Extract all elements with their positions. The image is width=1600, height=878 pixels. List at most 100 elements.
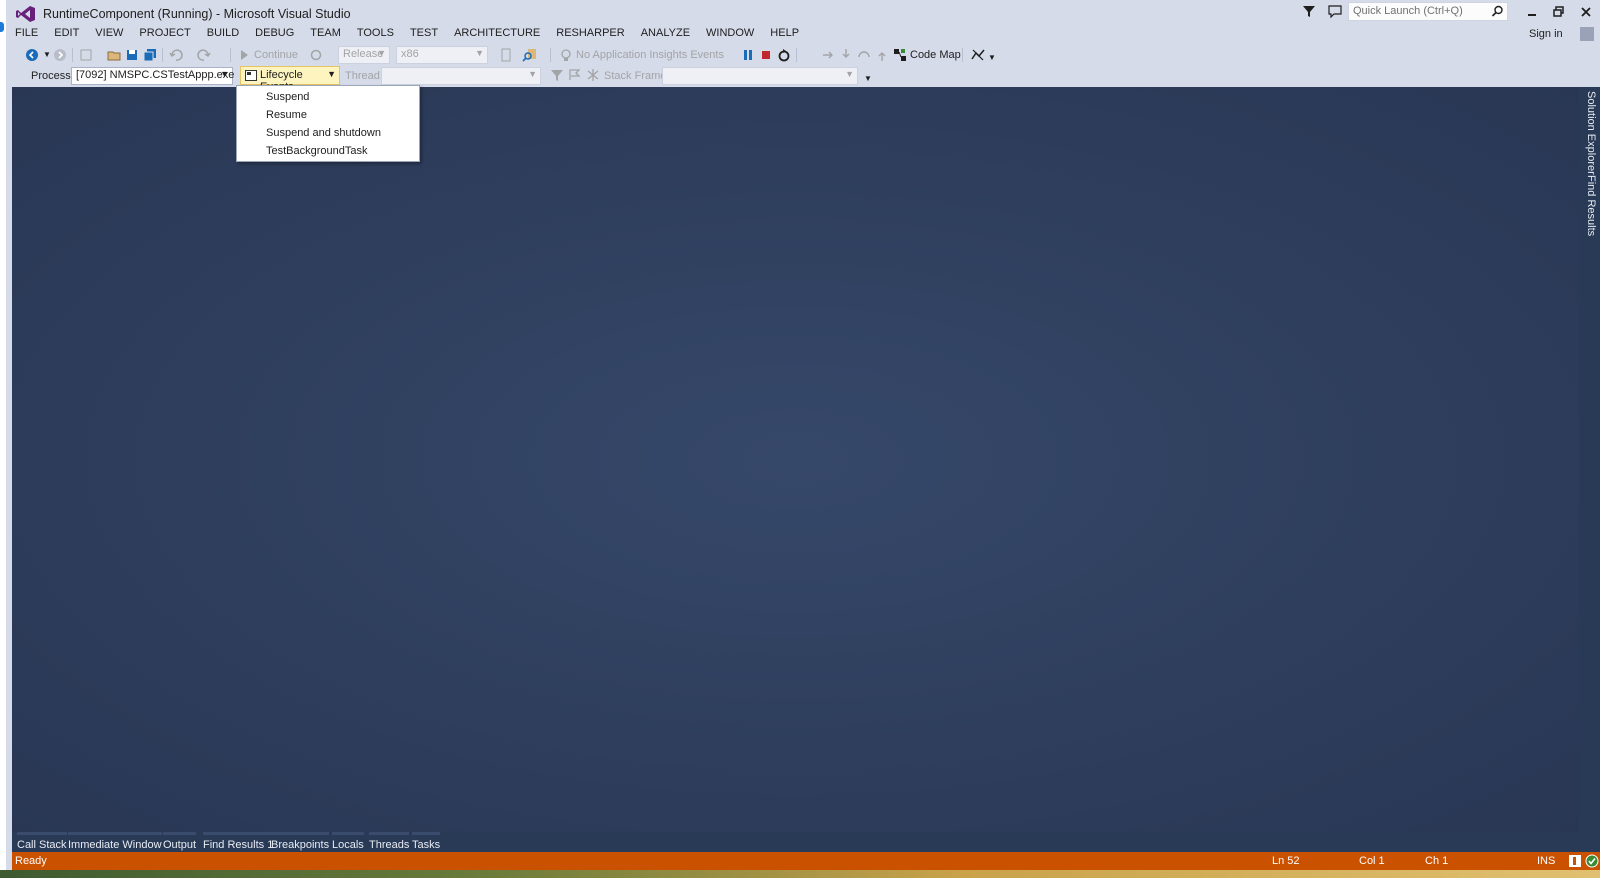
- menu-item-test-background-task[interactable]: TestBackgroundTask: [237, 142, 419, 160]
- tab-tasks[interactable]: Tasks: [412, 832, 441, 852]
- solution-explorer-tab[interactable]: Solution Explorer: [1585, 91, 1597, 175]
- menu-item-suspend[interactable]: Suspend: [237, 88, 419, 106]
- status-ok-icon: [1585, 854, 1599, 868]
- code-map-icon[interactable]: [892, 47, 908, 63]
- back-dropdown-arrow-icon[interactable]: ▼: [43, 47, 51, 63]
- bottom-tool-window-tabs: Call Stack Immediate Window Output Find …: [12, 832, 1600, 852]
- save-all-icon[interactable]: [142, 47, 158, 63]
- application-insights-icon[interactable]: [558, 47, 574, 63]
- window-title: RuntimeComponent (Running) - Microsoft V…: [43, 7, 351, 21]
- device-icon[interactable]: [498, 47, 514, 63]
- process-value: [7092] NMSPC.CSTestAppp.exe: [76, 69, 235, 81]
- diagnostic-tools-icon[interactable]: [970, 47, 986, 63]
- menu-file[interactable]: FILE: [12, 26, 46, 44]
- sign-in-link[interactable]: Sign in: [1529, 28, 1563, 40]
- feedback-icon[interactable]: [1328, 4, 1342, 18]
- menu-test[interactable]: TEST: [402, 26, 446, 44]
- notification-flag-icon[interactable]: [1568, 854, 1582, 868]
- restart-icon[interactable]: [308, 47, 324, 63]
- open-file-icon[interactable]: [106, 47, 122, 63]
- thread-filter-icon[interactable]: [550, 68, 564, 84]
- stack-frame-select[interactable]: ▼: [662, 67, 858, 85]
- menu-architecture[interactable]: ARCHITECTURE: [446, 26, 548, 44]
- chevron-down-icon: ▼: [327, 69, 336, 79]
- menu-team[interactable]: TEAM: [302, 26, 349, 44]
- title-bar: RuntimeComponent (Running) - Microsoft V…: [6, 0, 1600, 26]
- show-next-statement-icon[interactable]: [820, 47, 836, 63]
- solution-configuration-select[interactable]: Release ▼: [338, 46, 390, 64]
- menu-debug[interactable]: DEBUG: [247, 26, 302, 44]
- process-select[interactable]: [7092] NMSPC.CSTestAppp.exe ▼: [71, 67, 235, 85]
- debug-location-toolbar: Process: [7092] NMSPC.CSTestAppp.exe ▼ Li…: [12, 65, 912, 93]
- tab-call-stack[interactable]: Call Stack: [17, 832, 67, 852]
- stop-debugging-icon[interactable]: [758, 47, 774, 63]
- toolbar-overflow-icon[interactable]: ▼: [988, 50, 996, 66]
- save-icon[interactable]: [124, 47, 140, 63]
- menu-item-suspend-and-shutdown[interactable]: Suspend and shutdown: [237, 124, 419, 142]
- menu-view[interactable]: VIEW: [87, 26, 131, 44]
- visual-studio-logo-icon: [16, 5, 36, 23]
- minimize-button[interactable]: [1524, 4, 1540, 20]
- status-line: Ln 52: [1272, 855, 1300, 867]
- undo-icon[interactable]: [168, 47, 184, 63]
- break-all-pause-icon[interactable]: [740, 47, 756, 63]
- tab-immediate-window[interactable]: Immediate Window: [68, 832, 162, 852]
- code-map-button[interactable]: Code Map: [910, 47, 961, 63]
- menu-edit[interactable]: EDIT: [46, 26, 87, 44]
- status-column: Col 1: [1359, 855, 1385, 867]
- platform-value: x86: [401, 48, 419, 60]
- thread-label: Thread:: [345, 70, 383, 82]
- menu-window[interactable]: WINDOW: [698, 26, 762, 44]
- toggle-flagged-threads-icon[interactable]: [568, 68, 582, 84]
- chevron-down-icon: ▼: [377, 48, 386, 58]
- thread-select[interactable]: ▼: [381, 67, 541, 85]
- tab-threads[interactable]: Threads: [369, 832, 410, 852]
- notification-filter-icon[interactable]: [1302, 4, 1316, 18]
- step-into-icon[interactable]: [838, 47, 854, 63]
- tab-locals[interactable]: Locals: [332, 832, 364, 852]
- chevron-down-icon: ▼: [528, 69, 537, 79]
- chevron-down-icon: ▼: [220, 69, 229, 79]
- toolbar-separator: [162, 48, 163, 62]
- menu-tools[interactable]: TOOLS: [349, 26, 402, 44]
- new-project-icon[interactable]: [78, 47, 94, 63]
- redo-icon[interactable]: [196, 47, 212, 63]
- menu-item-resume[interactable]: Resume: [237, 106, 419, 124]
- tab-find-results-1[interactable]: Find Results 1: [203, 832, 274, 852]
- edge-indicator: [0, 22, 4, 32]
- step-over-icon[interactable]: [856, 47, 872, 63]
- quick-launch-placeholder: Quick Launch (Ctrl+Q): [1353, 5, 1463, 17]
- continue-play-icon[interactable]: [236, 47, 252, 63]
- tab-breakpoints[interactable]: Breakpoints: [271, 832, 330, 852]
- menu-help[interactable]: HELP: [762, 26, 807, 44]
- menu-analyze[interactable]: ANALYZE: [633, 26, 698, 44]
- tab-output[interactable]: Output: [163, 832, 197, 852]
- restart-debugging-icon[interactable]: [776, 47, 792, 63]
- standard-toolbar: ▼ Continue Release ▼ x86 ▼ No Applicatio…: [12, 44, 1012, 66]
- step-out-icon[interactable]: [874, 47, 890, 63]
- navigate-forward-icon[interactable]: [52, 47, 68, 63]
- navigate-back-icon[interactable]: [24, 47, 40, 63]
- toolbar-separator: [796, 48, 797, 62]
- menu-build[interactable]: BUILD: [199, 26, 247, 44]
- lifecycle-events-button[interactable]: Lifecycle Events ▼: [240, 66, 340, 93]
- toolbar-overflow-icon[interactable]: ▼: [864, 71, 872, 87]
- toolbar-separator: [72, 48, 73, 62]
- continue-button[interactable]: Continue: [254, 47, 298, 63]
- solution-platform-select[interactable]: x86 ▼: [396, 46, 488, 64]
- close-window-button[interactable]: [1578, 4, 1594, 20]
- status-bar: Ready Ln 52 Col 1 Ch 1 INS: [12, 852, 1600, 870]
- menu-resharper[interactable]: RESHARPER: [548, 26, 632, 44]
- restore-button[interactable]: [1551, 4, 1567, 20]
- find-results-tab[interactable]: Find Results: [1585, 175, 1597, 236]
- find-in-files-icon[interactable]: [522, 47, 538, 63]
- lifecycle-events-menu: Suspend Resume Suspend and shutdown Test…: [236, 85, 420, 162]
- right-dock-panel: Solution Explorer Find Results: [1579, 87, 1600, 832]
- account-icon[interactable]: [1580, 27, 1594, 41]
- chevron-down-icon: ▼: [475, 48, 484, 58]
- application-insights-events[interactable]: No Application Insights Events: [576, 47, 724, 63]
- show-threads-in-source-icon[interactable]: [586, 68, 600, 84]
- menu-project[interactable]: PROJECT: [131, 26, 198, 44]
- search-icon: [1491, 5, 1504, 18]
- quick-launch-input[interactable]: Quick Launch (Ctrl+Q): [1348, 2, 1508, 21]
